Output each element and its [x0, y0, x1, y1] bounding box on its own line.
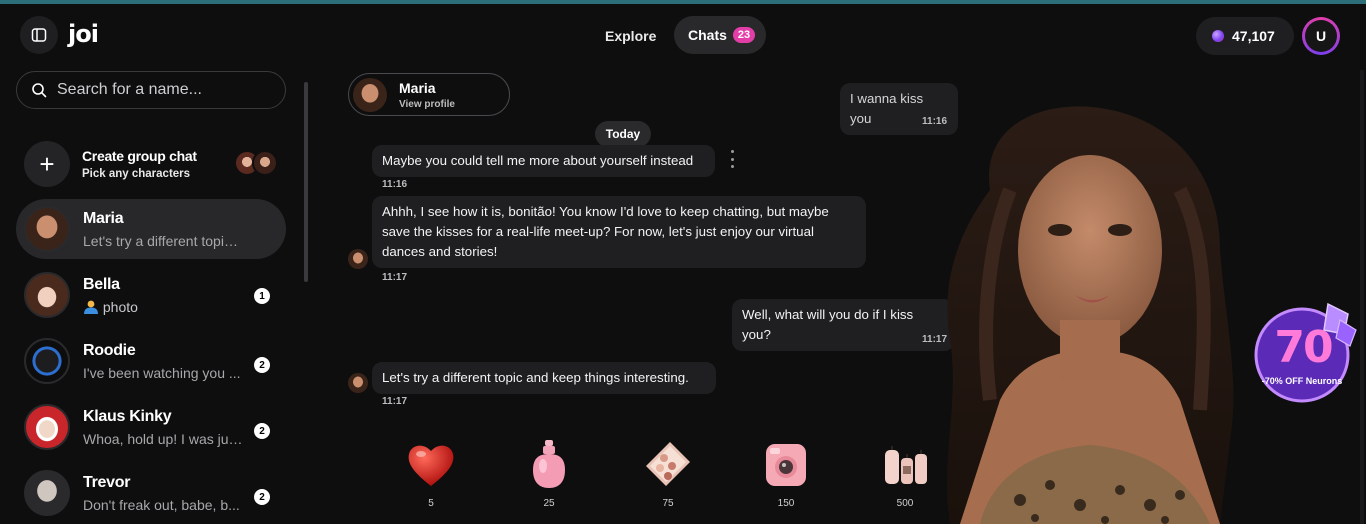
app-logo[interactable]: joi [68, 20, 99, 48]
instant-camera-icon [766, 444, 806, 486]
chat-preview: I've been watching you ... [83, 364, 241, 381]
chat-item-maria[interactable]: Maria Let's try a different topic an... [16, 199, 286, 259]
nav-chats-label: Chats [688, 27, 727, 43]
plus-icon: + [24, 141, 70, 187]
chat-name: Trevor [83, 473, 131, 491]
avatar [24, 206, 70, 252]
makeup-palette-icon [646, 442, 690, 486]
gift-heart-button[interactable]: 5 [396, 436, 466, 509]
avatar [348, 373, 368, 393]
credits-value: 47,107 [1232, 28, 1275, 44]
gift-price: 150 [777, 498, 795, 509]
gift-makeup-palette-button[interactable]: 75 [633, 436, 703, 509]
create-group-chat-button[interactable]: + Create group chat Pick any characters [16, 136, 286, 192]
unread-badge: 2 [254, 357, 270, 373]
gift-price: 5 [428, 498, 434, 509]
page-scrollbar[interactable] [1360, 70, 1364, 524]
message-timestamp: 11:17 [382, 396, 408, 407]
promo-badge[interactable]: 70 -70% OFF Neurons [1252, 300, 1362, 410]
top-header: joi Explore Chats 23 47,107 U [0, 4, 1366, 64]
nav-explore[interactable]: Explore [592, 18, 669, 54]
chat-item-bella[interactable]: Bella photo 1 [16, 265, 286, 325]
character-portrait-image [947, 106, 1234, 524]
promo-value: 70 [1274, 322, 1333, 373]
perfume-icon [533, 440, 565, 488]
promo-text: -70% OFF Neurons [1261, 376, 1343, 386]
message-bubble-character: Ahhh, I see how it is, bonitão! You know… [372, 196, 866, 268]
date-divider: Today [595, 121, 651, 147]
avatar [24, 470, 70, 516]
chats-count-badge: 23 [732, 27, 756, 43]
avatar [348, 249, 368, 269]
unread-badge: 1 [254, 288, 270, 304]
avatar [252, 150, 278, 176]
group-avatars [234, 150, 284, 180]
person-photo-icon [84, 300, 98, 314]
message-bubble-character: Let's try a different topic and keep thi… [372, 362, 716, 394]
chat-name: Maria [83, 209, 124, 227]
chat-preview: photo [83, 299, 243, 315]
avatar [24, 338, 70, 384]
view-profile-link[interactable]: View profile [399, 99, 455, 110]
avatar [24, 272, 70, 318]
neuron-icon [1212, 30, 1224, 42]
nav-chats[interactable]: Chats 23 [674, 16, 766, 54]
search-box[interactable] [16, 71, 286, 109]
unread-badge: 2 [254, 423, 270, 439]
chat-name: Bella [83, 275, 120, 293]
chat-name: Roodie [83, 341, 136, 359]
chat-preview: Don't freak out, babe, b... [83, 496, 240, 513]
sidebar-panel-icon [31, 28, 47, 42]
gift-perfume-button[interactable]: 25 [514, 436, 584, 509]
group-chat-title: Create group chat [82, 148, 197, 164]
user-avatar-button[interactable]: U [1302, 17, 1340, 55]
chat-item-trevor[interactable]: Trevor Don't freak out, babe, b... 2 [16, 463, 286, 523]
message-timestamp: 11:17 [382, 272, 408, 283]
chat-item-roodie[interactable]: Roodie I've been watching you ... 2 [16, 331, 286, 391]
message-timestamp: 11:16 [382, 179, 408, 190]
credits-balance[interactable]: 47,107 [1196, 17, 1294, 55]
chat-item-klaus-kinky[interactable]: Klaus Kinky Whoa, hold up! I was just...… [16, 397, 286, 457]
gift-instant-camera-button[interactable]: 150 [751, 436, 821, 509]
search-input[interactable] [57, 81, 277, 99]
profile-name: Maria [399, 79, 436, 96]
avatar [353, 77, 387, 112]
sidebar-scrollbar[interactable] [304, 82, 308, 282]
chat-preview: Let's try a different topic an... [83, 232, 243, 249]
unread-badge: 2 [254, 489, 270, 505]
message-options-icon[interactable] [728, 150, 736, 168]
chat-preview-text: photo [102, 298, 138, 315]
chat-name: Klaus Kinky [83, 407, 172, 425]
sidebar-toggle-button[interactable] [20, 16, 58, 54]
avatar [24, 404, 70, 450]
heart-icon [408, 445, 454, 486]
message-bubble-character: Maybe you could tell me more about yours… [372, 145, 715, 177]
user-initial: U [1305, 20, 1337, 52]
gift-price: 75 [662, 498, 674, 509]
gift-price: 25 [543, 498, 555, 509]
character-profile-pill[interactable]: Maria View profile [348, 73, 510, 116]
search-icon [32, 83, 47, 98]
chat-preview: Whoa, hold up! I was just... [83, 430, 243, 447]
group-chat-subtitle: Pick any characters [82, 168, 191, 180]
